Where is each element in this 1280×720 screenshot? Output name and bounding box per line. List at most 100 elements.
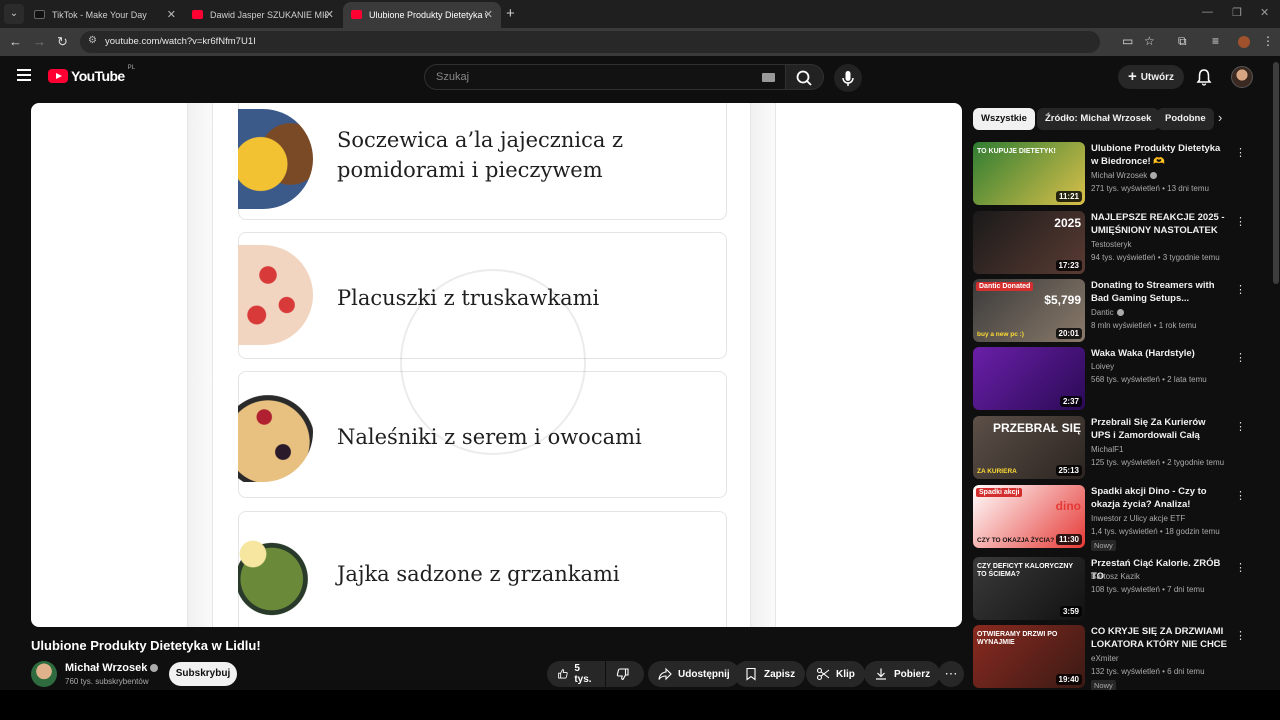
- more-vertical-icon[interactable]: ⋮: [1235, 561, 1246, 574]
- browser-menu-icon[interactable]: ⋮: [1262, 34, 1274, 48]
- recommendation-title[interactable]: Waka Waka (Hardstyle): [1091, 347, 1227, 360]
- video-thumbnail[interactable]: 2:37: [973, 347, 1085, 410]
- more-actions-button[interactable]: ⋯: [938, 661, 964, 687]
- recommendation-channel-name[interactable]: eXmiter: [1091, 654, 1119, 663]
- account-avatar[interactable]: [1231, 66, 1253, 88]
- recommendation-channel[interactable]: eXmiter: [1091, 654, 1119, 663]
- recommendation-channel-name[interactable]: MichalF1: [1091, 445, 1123, 454]
- more-vertical-icon[interactable]: ⋮: [1235, 489, 1246, 502]
- reading-list-icon[interactable]: ≡: [1212, 34, 1219, 48]
- cast-icon[interactable]: ▭: [1122, 34, 1133, 48]
- maximize-icon[interactable]: ❐: [1232, 6, 1242, 19]
- video-thumbnail[interactable]: Spadki akcji dino CZY TO OKAZJA ŻYCIA? 11:3…: [973, 485, 1085, 548]
- recommendation-title[interactable]: Spadki akcji Dino - Czy to okazja życia?…: [1091, 485, 1227, 511]
- recommendation-channel[interactable]: Michał Wrzosek: [1091, 171, 1158, 180]
- scrollbar[interactable]: [1273, 62, 1279, 284]
- chip-related[interactable]: Podobne: [1157, 108, 1214, 130]
- recommendation-channel[interactable]: Bartosz Kazik: [1091, 572, 1140, 581]
- browser-tab-2[interactable]: Dawid Jasper SZUKANIE MIŁOŚ ✕: [184, 2, 342, 28]
- video-thumbnail[interactable]: PRZEBRAŁ SIĘ ZA KURIERA 25:13: [973, 416, 1085, 479]
- new-tab-button[interactable]: +: [506, 5, 515, 22]
- chip-from-channel[interactable]: Źródło: Michał Wrzosek: [1037, 108, 1160, 130]
- extensions-icon[interactable]: ⧉: [1178, 34, 1187, 49]
- video-thumbnail[interactable]: TO KUPUJE DIETETYK! 11:21: [973, 142, 1085, 205]
- browser-tab-1[interactable]: TikTok - Make Your Day ✕: [26, 2, 184, 28]
- dislike-button[interactable]: [606, 661, 644, 687]
- recommendation-title[interactable]: NAJLEPSZE REAKCJE 2025 - UMIĘŚNIONY NAST…: [1091, 211, 1227, 238]
- chip-all[interactable]: Wszystkie: [973, 108, 1035, 130]
- search-input[interactable]: Szukaj: [424, 64, 786, 90]
- recommendation-item[interactable]: 2025 17:23 NAJLEPSZE REAKCJE 2025 - UMIĘŚN…: [973, 211, 1253, 275]
- recommendation-channel-name[interactable]: Loivey: [1091, 362, 1114, 371]
- thumbnail-subtext: ZA KURIERA: [977, 468, 1017, 475]
- keyboard-icon[interactable]: [762, 73, 775, 82]
- phone-frame-left: [187, 103, 213, 627]
- voice-search-button[interactable]: [834, 64, 862, 92]
- video-thumbnail[interactable]: OTWIERAMY DRZWI PO WYNAJMIE 19:40: [973, 625, 1085, 688]
- video-duration: 3:59: [1059, 606, 1082, 617]
- recommendation-channel-name[interactable]: Bartosz Kazik: [1091, 572, 1140, 581]
- more-vertical-icon[interactable]: ⋮: [1235, 215, 1246, 228]
- recommendation-title[interactable]: Przebrali Się Za Kurierów UPS i Zamordow…: [1091, 416, 1227, 443]
- recommendation-item[interactable]: PRZEBRAŁ SIĘ ZA KURIERA 25:13 Przebrali Się…: [973, 416, 1253, 480]
- recommendation-channel-name[interactable]: Inwestor z Ulicy akcje ETF: [1091, 514, 1185, 523]
- search-button[interactable]: [786, 64, 824, 90]
- recommendation-item[interactable]: OTWIERAMY DRZWI PO WYNAJMIE 19:40 CO KRYJE…: [973, 625, 1253, 691]
- close-icon[interactable]: ✕: [484, 8, 493, 21]
- close-icon[interactable]: ✕: [167, 8, 176, 21]
- more-vertical-icon[interactable]: ⋮: [1235, 146, 1246, 159]
- recommendation-channel-name[interactable]: Michał Wrzosek: [1091, 171, 1147, 180]
- recommendation-item[interactable]: Spadki akcji dino CZY TO OKAZJA ŻYCIA? 11:3…: [973, 485, 1253, 551]
- recommendation-meta: 8 mln wyświetleń • 1 rok temu: [1091, 321, 1197, 330]
- recommendation-item[interactable]: CZY DEFICYT KALORYCZNY TO ŚCIEMA? 3:59 Prz…: [973, 557, 1253, 621]
- notifications-button[interactable]: [1196, 68, 1212, 91]
- recommendation-item[interactable]: Dantic Donated $5,799 buy a new pc :) 20:01…: [973, 279, 1253, 343]
- chevron-right-icon[interactable]: ›: [1218, 110, 1222, 125]
- close-icon[interactable]: ✕: [325, 8, 334, 21]
- bookmark-star-icon[interactable]: ☆: [1144, 34, 1155, 48]
- recommendation-item[interactable]: 2:37 Waka Waka (Hardstyle) Loivey 568 tys. …: [973, 347, 1253, 411]
- more-vertical-icon[interactable]: ⋮: [1235, 283, 1246, 296]
- video-thumbnail[interactable]: CZY DEFICYT KALORYCZNY TO ŚCIEMA? 3:59: [973, 557, 1085, 620]
- minimize-icon[interactable]: —: [1202, 6, 1213, 18]
- recommendation-channel[interactable]: Testosteryk: [1091, 240, 1131, 249]
- video-thumbnail[interactable]: 2025 17:23: [973, 211, 1085, 274]
- more-vertical-icon[interactable]: ⋮: [1235, 629, 1246, 642]
- recommendation-channel-name[interactable]: Testosteryk: [1091, 240, 1131, 249]
- save-button[interactable]: Zapisz: [734, 661, 806, 687]
- more-vertical-icon[interactable]: ⋮: [1235, 351, 1246, 364]
- video-player[interactable]: Soczewica a’la jajecznica z pomidorami i…: [31, 103, 962, 627]
- subscribe-button[interactable]: Subskrybuj: [169, 662, 237, 686]
- create-button[interactable]: + Utwórz: [1118, 65, 1184, 89]
- forward-icon[interactable]: →: [33, 34, 46, 49]
- browser-tab-3[interactable]: Ulubione Produkty Dietetyka w ✕: [343, 2, 501, 28]
- share-button[interactable]: Udostępnij: [648, 661, 740, 687]
- recommendation-channel[interactable]: Dantic: [1091, 308, 1124, 317]
- site-info-icon[interactable]: ⚙: [88, 35, 97, 46]
- recommendation-channel[interactable]: Loivey: [1091, 362, 1114, 371]
- back-icon[interactable]: ←: [9, 34, 22, 49]
- hamburger-menu-icon[interactable]: [17, 69, 31, 81]
- tab-search-button[interactable]: ⌄: [4, 4, 24, 24]
- youtube-logo[interactable]: YouTube PL: [48, 65, 135, 84]
- address-bar[interactable]: ⚙ youtube.com/watch?v=kr6fNfm7U1I: [80, 31, 1100, 53]
- recommendation-title[interactable]: Ulubione Produkty Dietetyka w Biedronce!…: [1091, 142, 1227, 168]
- recommendation-item[interactable]: TO KUPUJE DIETETYK! 11:21 Ulubione Produkt…: [973, 142, 1253, 206]
- channel-name-text[interactable]: Michał Wrzosek: [65, 662, 147, 674]
- clip-button[interactable]: Klip: [806, 661, 865, 687]
- like-button[interactable]: 5 tys.: [547, 661, 605, 687]
- more-vertical-icon[interactable]: ⋮: [1235, 420, 1246, 433]
- window-close-icon[interactable]: ✕: [1260, 6, 1269, 19]
- video-thumbnail[interactable]: Dantic Donated $5,799 buy a new pc :) 20:01: [973, 279, 1085, 342]
- recommendation-channel[interactable]: MichalF1: [1091, 445, 1123, 454]
- reload-icon[interactable]: ↻: [57, 34, 68, 50]
- channel-avatar[interactable]: [31, 661, 57, 687]
- download-button[interactable]: Pobierz: [864, 661, 941, 687]
- profile-icon[interactable]: [1238, 36, 1250, 48]
- recommendation-channel[interactable]: Inwestor z Ulicy akcje ETF: [1091, 514, 1185, 523]
- recommendation-title[interactable]: CO KRYJE SIĘ ZA DRZWIAMI LOKATORA KTÓRY …: [1091, 625, 1227, 652]
- recommendation-title[interactable]: Donating to Streamers with Bad Gaming Se…: [1091, 279, 1227, 305]
- recommendation-channel-name[interactable]: Dantic: [1091, 308, 1114, 317]
- channel-name[interactable]: Michał Wrzosek: [65, 662, 159, 674]
- url-text[interactable]: youtube.com/watch?v=kr6fNfm7U1I: [105, 36, 256, 47]
